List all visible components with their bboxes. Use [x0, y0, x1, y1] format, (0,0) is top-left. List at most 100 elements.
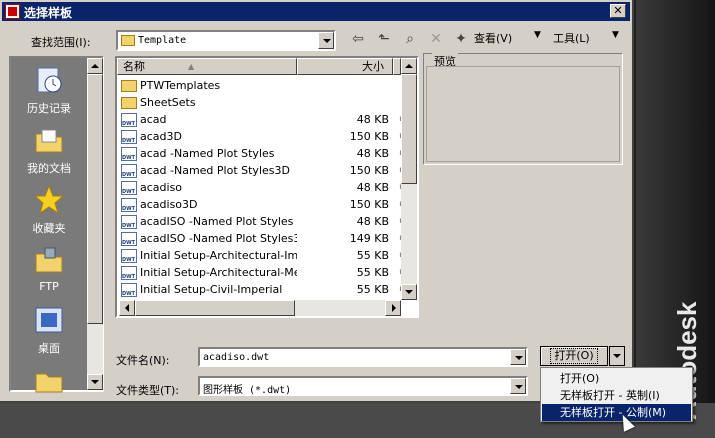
file-row[interactable]: acad3D150 KB▪: [119, 128, 405, 145]
open-button[interactable]: 打开(O): [540, 346, 608, 366]
sort-ascending-icon: ▲: [188, 62, 195, 71]
dwt-file-icon: [121, 130, 137, 144]
place-more[interactable]: [11, 364, 87, 400]
file-row[interactable]: acadISO -Named Plot Styles48 KB▪: [119, 213, 405, 230]
column-header-size[interactable]: 大小: [297, 58, 393, 75]
menu-item-open[interactable]: 打开(O): [542, 370, 691, 387]
hscroll-thumb[interactable]: [135, 300, 295, 316]
file-size: 55 KB: [356, 249, 389, 262]
file-row[interactable]: Initial Setup-Architectural-Metric55 KB▪: [119, 264, 405, 281]
place-ftp[interactable]: FTP: [11, 244, 87, 293]
close-button[interactable]: ✕: [610, 4, 626, 18]
column-header-more[interactable]: [393, 58, 401, 75]
chevron-down-icon[interactable]: [510, 378, 526, 394]
file-row[interactable]: acad -Named Plot Styles48 KB▪: [119, 145, 405, 162]
tools-dropdown-icon[interactable]: ▼: [612, 30, 619, 40]
tools-menu[interactable]: 工具(L): [553, 30, 590, 46]
file-row[interactable]: Initial Setup-Civil-Imperial55 KB▪: [119, 281, 405, 298]
file-row[interactable]: acad -Named Plot Styles3D150 KB▪: [119, 162, 405, 179]
dwt-file-icon: [121, 215, 137, 229]
file-name: acad -Named Plot Styles: [140, 147, 275, 160]
lookin-dropdown[interactable]: Template: [116, 30, 336, 51]
scroll-up-button[interactable]: [87, 58, 103, 74]
dwt-file-icon: [121, 147, 137, 161]
file-size: 48 KB: [356, 147, 389, 160]
place-favorites[interactable]: 收藏夹: [11, 184, 87, 236]
column-header-name[interactable]: 名称 ▲: [117, 58, 297, 75]
file-list-scrollbar[interactable]: [401, 58, 417, 300]
autocad-app-icon: [5, 4, 20, 19]
dwt-file-icon: [121, 164, 137, 178]
views-dropdown-icon[interactable]: ▼: [534, 30, 541, 40]
file-size: 48 KB: [356, 215, 389, 228]
file-row[interactable]: acadISO -Named Plot Styles3D149 KB▪: [119, 230, 405, 247]
chevron-down-icon: [613, 354, 621, 358]
file-name: Initial Setup-Architectural-Imp...: [140, 249, 297, 262]
file-list-hscrollbar[interactable]: [119, 300, 401, 316]
history-icon: [37, 67, 62, 93]
folder-icon: [35, 373, 63, 393]
scroll-down-button[interactable]: [87, 374, 103, 390]
place-label: 桌面: [38, 342, 60, 355]
documents-folder-icon: [35, 129, 63, 153]
file-row[interactable]: acadiso48 KB▪: [119, 179, 405, 196]
chevron-down-icon[interactable]: [318, 32, 334, 49]
back-icon[interactable]: ⇦: [347, 28, 369, 50]
filename-input[interactable]: acadiso.dwt: [198, 347, 528, 367]
ftp-folder-icon: [35, 247, 63, 273]
open-options-button[interactable]: [609, 346, 625, 366]
file-size: 55 KB: [356, 266, 389, 279]
folder-icon: [121, 35, 135, 46]
scroll-up-button[interactable]: [401, 58, 417, 74]
file-name: acadiso: [140, 181, 183, 194]
scroll-thumb[interactable]: [87, 74, 103, 324]
menu-item-open-no-template-metric[interactable]: 无样板打开 - 公制(M): [542, 404, 691, 421]
preview-area: [426, 66, 620, 162]
delete-icon[interactable]: ✕: [425, 28, 447, 50]
folder-row[interactable]: PTWTemplates: [119, 77, 399, 94]
file-name: acadISO -Named Plot Styles: [140, 215, 294, 228]
scroll-right-button[interactable]: [385, 300, 401, 316]
select-template-dialog: 选择样板 ✕ 查找范围(I): Template ⇦ ⬑ ⌕ ✕ ✦ 查看(V)…: [0, 0, 634, 403]
window-title: 选择样板: [24, 6, 73, 20]
filetype-dropdown[interactable]: 图形样板 (*.dwt): [198, 376, 528, 396]
dwt-file-icon: [121, 181, 137, 195]
file-size: 48 KB: [356, 181, 389, 194]
column-name-label: 名称: [123, 60, 145, 73]
dwt-file-icon: [121, 249, 137, 263]
folder-icon: [121, 97, 137, 109]
scroll-thumb[interactable]: [401, 74, 417, 184]
filename-value: acadiso.dwt: [203, 352, 270, 363]
file-size: 150 KB: [349, 198, 389, 211]
places-sidebar: 历史记录 我的文档 收藏夹 FTP 桌面: [9, 56, 104, 393]
place-label: 历史记录: [27, 102, 71, 115]
scroll-left-button[interactable]: [119, 300, 135, 316]
dwt-file-icon: [121, 283, 137, 297]
lookin-label: 查找范围(I):: [31, 36, 91, 49]
scroll-down-button[interactable]: [401, 284, 417, 300]
search-web-icon[interactable]: ⌕: [399, 28, 421, 50]
new-folder-icon[interactable]: ✦: [450, 28, 472, 50]
places-scrollbar[interactable]: [87, 58, 103, 390]
up-folder-icon[interactable]: ⬑: [373, 28, 395, 50]
place-my-documents[interactable]: 我的文档: [11, 124, 87, 176]
lookin-value: Template: [138, 35, 187, 46]
place-history[interactable]: 历史记录: [11, 64, 87, 116]
chevron-down-icon[interactable]: [510, 349, 526, 365]
folder-row[interactable]: SheetSets: [119, 94, 399, 111]
views-menu[interactable]: 查看(V): [474, 30, 512, 46]
file-row[interactable]: acad48 KB▪: [119, 111, 405, 128]
places-list: 历史记录 我的文档 收藏夹 FTP 桌面: [11, 58, 87, 393]
file-size: 149 KB: [349, 232, 389, 245]
file-size: 55 KB: [356, 283, 389, 296]
file-name: acad3D: [140, 130, 182, 143]
file-name: Initial Setup-Civil-Imperial: [140, 283, 283, 296]
filetype-label: 文件类型(T):: [116, 384, 180, 397]
folder-icon: [121, 80, 137, 92]
file-row[interactable]: Initial Setup-Architectural-Imp...55 KB▪: [119, 247, 405, 264]
place-label: 我的文档: [27, 162, 71, 175]
file-name: acadISO -Named Plot Styles3D: [140, 232, 297, 245]
place-desktop[interactable]: 桌面: [11, 304, 87, 356]
file-row[interactable]: acadiso3D150 KB▪: [119, 196, 405, 213]
menu-item-open-no-template-imperial[interactable]: 无样板打开 - 英制(I): [542, 387, 691, 404]
